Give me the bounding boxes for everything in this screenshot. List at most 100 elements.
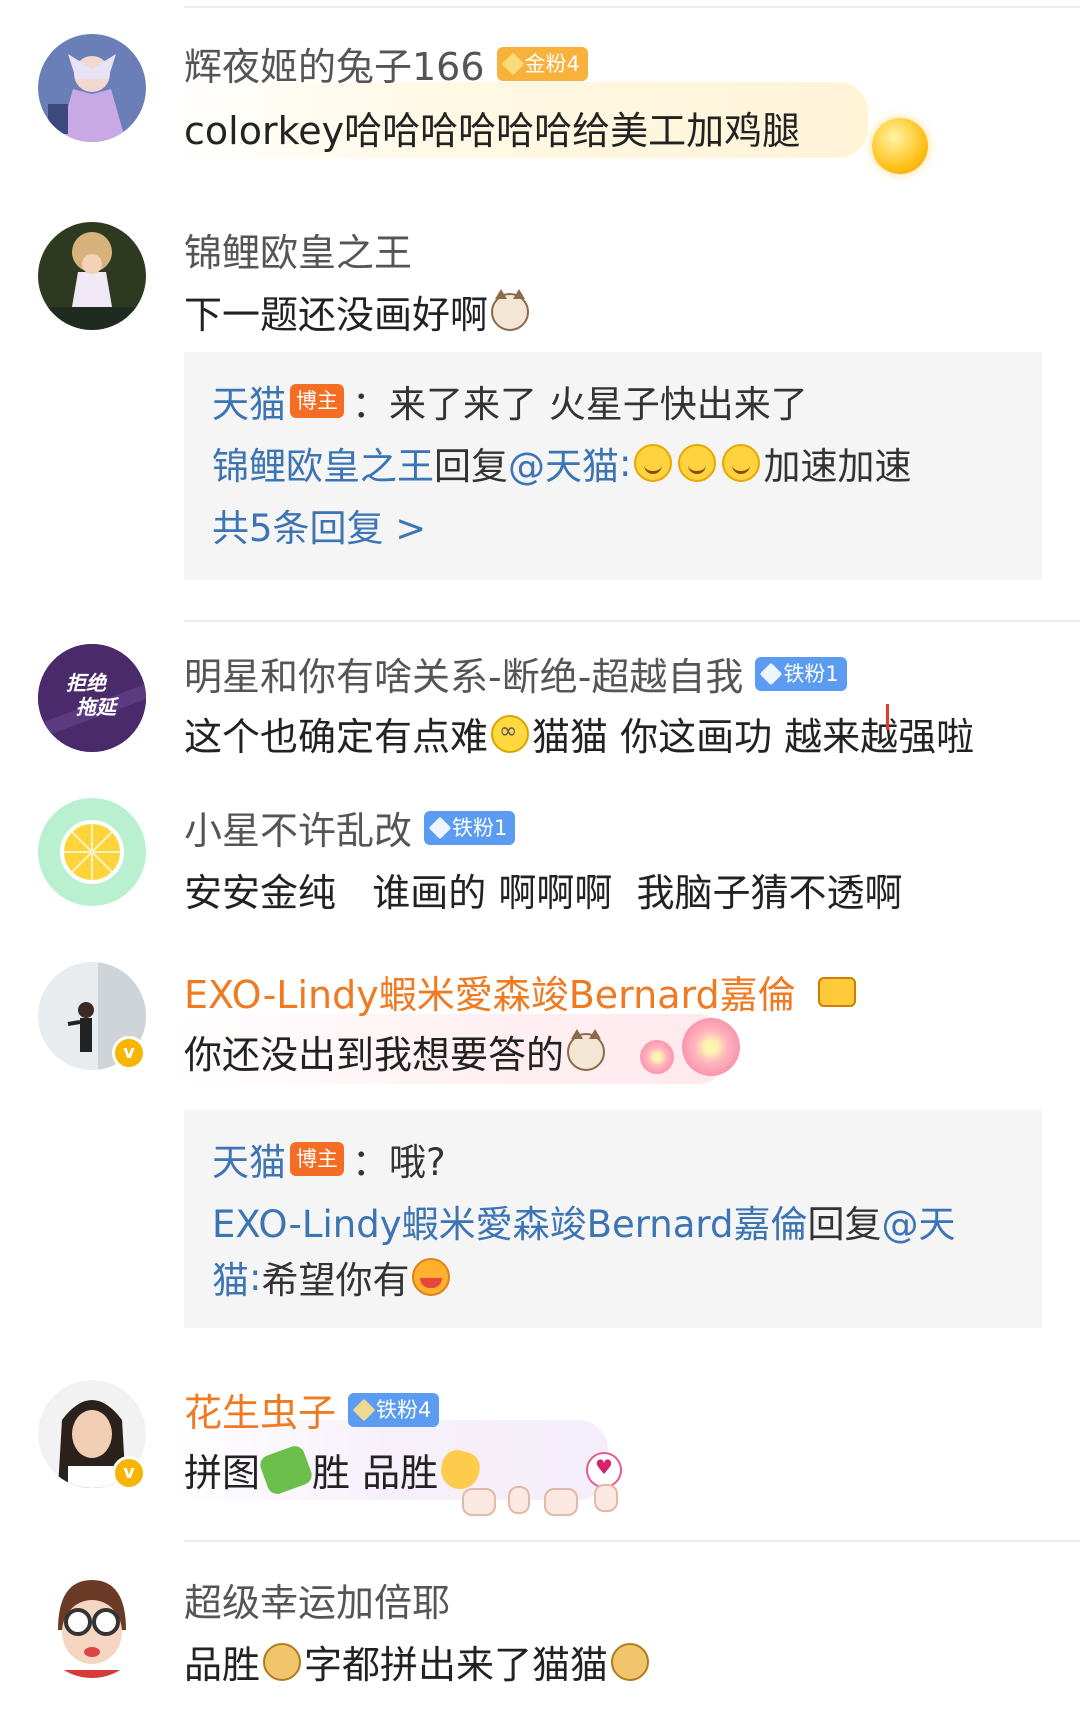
blush-kiss-emoji-icon [412,1258,451,1296]
more-replies-link[interactable]: 共5条回复 > [212,498,426,552]
avatar-text: 拒绝 [66,671,108,695]
grin-emoji-icon [722,444,761,482]
avatar-image: 拒绝 拖延 [38,644,146,752]
divider [184,620,1080,622]
username-text[interactable]: 超级幸运加倍耶 [184,1572,450,1627]
reply-item[interactable]: EXO-Lindy蝦米愛森竣Bernard嘉倫 回复 @天 [212,1194,955,1248]
crown-badge-icon [352,1398,376,1421]
username[interactable]: 明星和你有啥关系-断绝-超越自我 铁粉1 [184,646,847,701]
comment-text-content: 猫猫 你这画功 越来越强啦 [532,715,975,759]
fan-badge[interactable]: 金粉4 [496,46,588,81]
verified-mark: v [123,1462,135,1483]
doge-emoji-icon [263,1642,302,1681]
hand-icon [508,1486,530,1514]
reply-separator: : [619,441,632,485]
reply-item[interactable]: 天猫 博主 ： 来了来了 火星子快出来了 [212,374,808,428]
avatar-image [38,1570,146,1678]
reply-text: 来了来了 火星子快出来了 [389,383,808,426]
avatar-image [38,798,146,906]
comment-text: 安安金纯 谁画的 啊啊啊 我脑子猜不透啊 [184,862,902,917]
comment-text-content: 胜 品胜 [312,1451,439,1495]
cat-emoji-icon [567,1028,606,1071]
comment-text: 你还没出到我想要答的 [184,1024,608,1079]
reply-separator: ： [352,1141,389,1184]
grin-emoji-icon [634,444,673,482]
reply-separator: ： [352,383,389,426]
reply-item-continued[interactable]: 猫 : 希望你有 [212,1250,453,1304]
doge-emoji-icon [611,1642,650,1681]
username[interactable]: 辉夜姬的兔子166 金粉4 [184,36,588,91]
reply-author[interactable]: EXO-Lindy蝦米愛森竣Bernard嘉倫 [212,1194,807,1248]
comment-text: 这个也确定有点难 猫猫 你这画功 越来越强啦 [184,706,974,761]
comment-text: 下一题还没画好啊 [184,284,532,339]
comment-text-content: 你还没出到我想要答的 [184,1033,565,1077]
fan-badge[interactable]: 铁粉1 [755,656,847,691]
reply-text: 哦? [389,1141,446,1184]
comment-item[interactable]: 拒绝 拖延 明星和你有啥关系-断绝-超越自我 铁粉1 这个也确定有点难 猫猫 你… [0,640,1080,790]
reply-mention[interactable]: @天 [881,1194,955,1248]
avatar[interactable] [38,34,146,142]
gem-icon [428,816,452,839]
comment-item[interactable]: 超级幸运加倍耶 品胜 字都拼出来了猫猫 [0,1556,1080,1711]
reply-item[interactable]: 锦鲤欧皇之王 回复 @天猫 : 加速加速 [212,436,911,490]
comment-text-content: 品胜 [184,1643,261,1687]
reply-author[interactable]: 天猫 [212,374,286,428]
clap-emoji-icon [436,1446,484,1493]
reply-mid-text: 回复 [434,445,508,488]
dizzy-emoji-icon [491,714,530,753]
username-text[interactable]: 明星和你有啥关系-断绝-超越自我 [184,646,743,701]
username-text[interactable]: 花生虫子 [184,1382,336,1437]
fan-badge-label: 铁粉1 [452,815,508,840]
username[interactable]: 花生虫子 铁粉4 [184,1382,440,1437]
grin-emoji-icon [678,444,717,482]
comment-text-content: 安安金纯 谁画的 啊啊啊 我脑子猜不透啊 [184,871,903,915]
reply-mention-continued[interactable]: 猫 [212,1250,249,1304]
reply-author[interactable]: 锦鲤欧皇之王 [212,436,434,490]
reply-mid-text: 回复 [807,1203,882,1246]
comment-item[interactable]: 小星不许乱改 铁粉1 安安金纯 谁画的 啊啊啊 我脑子猜不透啊 [0,796,1080,946]
divider [184,1540,1080,1542]
comment-item[interactable]: 锦鲤欧皇之王 下一题还没画好啊 天猫 博主 ： 来了来了 火星子快出来了 锦鲤欧… [0,200,1080,600]
comment-text: colorkey哈哈哈哈哈哈给美工加鸡腿 [184,100,800,155]
comment-item[interactable]: v 花生虫子 铁粉4 拼图 胜 品胜 [0,1366,1080,1536]
avatar[interactable] [38,222,146,330]
text-cursor [886,704,889,730]
reply-text: 加速加速 [763,445,912,488]
reply-mention[interactable]: @天猫 [508,436,619,490]
fan-badge[interactable]: 铁粉1 [424,810,516,845]
avatar[interactable]: 拒绝 拖延 [38,644,146,752]
flower-decoration-icon [640,1040,674,1074]
comment-text-content: 字都拼出来了猫猫 [304,1643,609,1687]
replies-box[interactable]: 天猫 博主 ： 来了来了 火星子快出来了 锦鲤欧皇之王 回复 @天猫 : 加速加… [184,352,1042,580]
comment-text: 品胜 字都拼出来了猫猫 [184,1634,652,1689]
comment-item[interactable]: 辉夜姬的兔子166 金粉4 colorkey哈哈哈哈哈哈给美工加鸡腿 [0,0,1080,180]
flower-decoration-icon [682,1018,740,1076]
star-decoration-icon [872,118,928,174]
comment-text-content: colorkey哈哈哈哈哈哈给美工加鸡腿 [184,109,801,153]
reply-author[interactable]: 天猫 [212,1132,286,1186]
more-replies-label[interactable]: 共5条回复 > [212,498,426,552]
username-text[interactable]: EXO-Lindy蝦米愛森竣Bernard嘉倫 [184,964,796,1019]
username[interactable]: EXO-Lindy蝦米愛森竣Bernard嘉倫 [184,964,859,1019]
comment-text-content: 拼图 [184,1451,261,1495]
username-text[interactable]: 辉夜姬的兔子166 [184,36,485,91]
username[interactable]: 超级幸运加倍耶 [184,1572,450,1627]
comment-item[interactable]: v EXO-Lindy蝦米愛森竣Bernard嘉倫 你还没出到我想要答的 天猫 … [0,958,1080,1338]
avatar[interactable] [38,1570,146,1678]
replies-box[interactable]: 天猫 博主 ： 哦? EXO-Lindy蝦米愛森竣Bernard嘉倫 回复 @天… [184,1110,1042,1328]
fan-badge[interactable]: 铁粉4 [348,1392,440,1427]
avatar-image [38,222,146,330]
username-text[interactable]: 小星不许乱改 [184,800,412,855]
blogger-tag: 博主 [290,1142,344,1176]
rock-hand-icon [594,1484,618,1512]
cat-emoji-icon [491,288,530,331]
verified-badge: v [112,1456,146,1490]
username-text[interactable]: 锦鲤欧皇之王 [184,222,412,277]
avatar[interactable] [38,798,146,906]
verified-badge: v [112,1036,146,1070]
fan-badge-label: 金粉4 [524,51,580,76]
username[interactable]: 小星不许乱改 铁粉1 [184,800,516,855]
reply-item[interactable]: 天猫 博主 ： 哦? [212,1132,446,1186]
username[interactable]: 锦鲤欧皇之王 [184,222,412,277]
avatar-text: 拖延 [76,695,120,719]
